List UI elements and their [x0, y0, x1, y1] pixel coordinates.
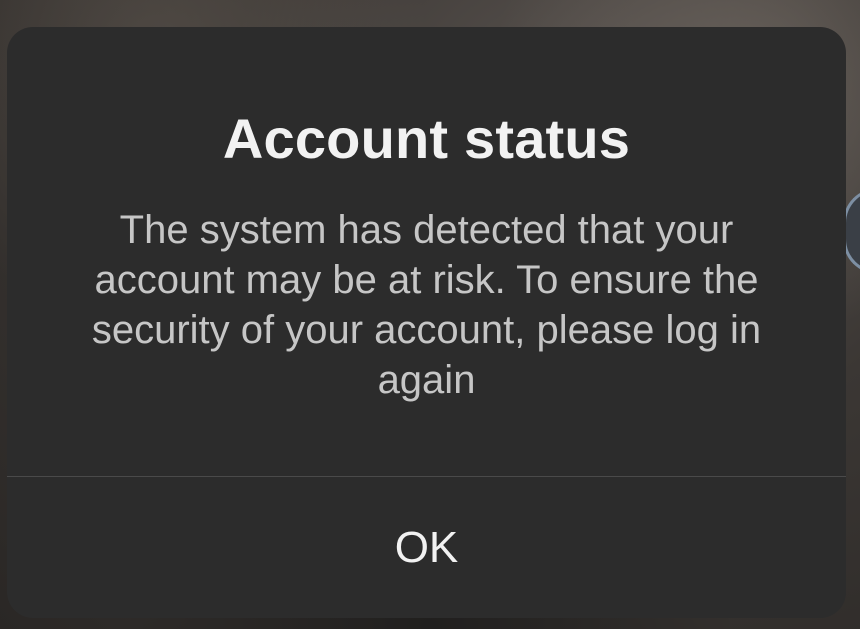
dialog-body: Account status The system has detected t… — [7, 27, 846, 476]
dialog-message: The system has detected that your accoun… — [91, 208, 762, 402]
ok-button[interactable]: OK — [7, 477, 846, 618]
dialog-title: Account status — [222, 107, 631, 170]
account-status-dialog: Account status The system has detected t… — [7, 27, 846, 618]
